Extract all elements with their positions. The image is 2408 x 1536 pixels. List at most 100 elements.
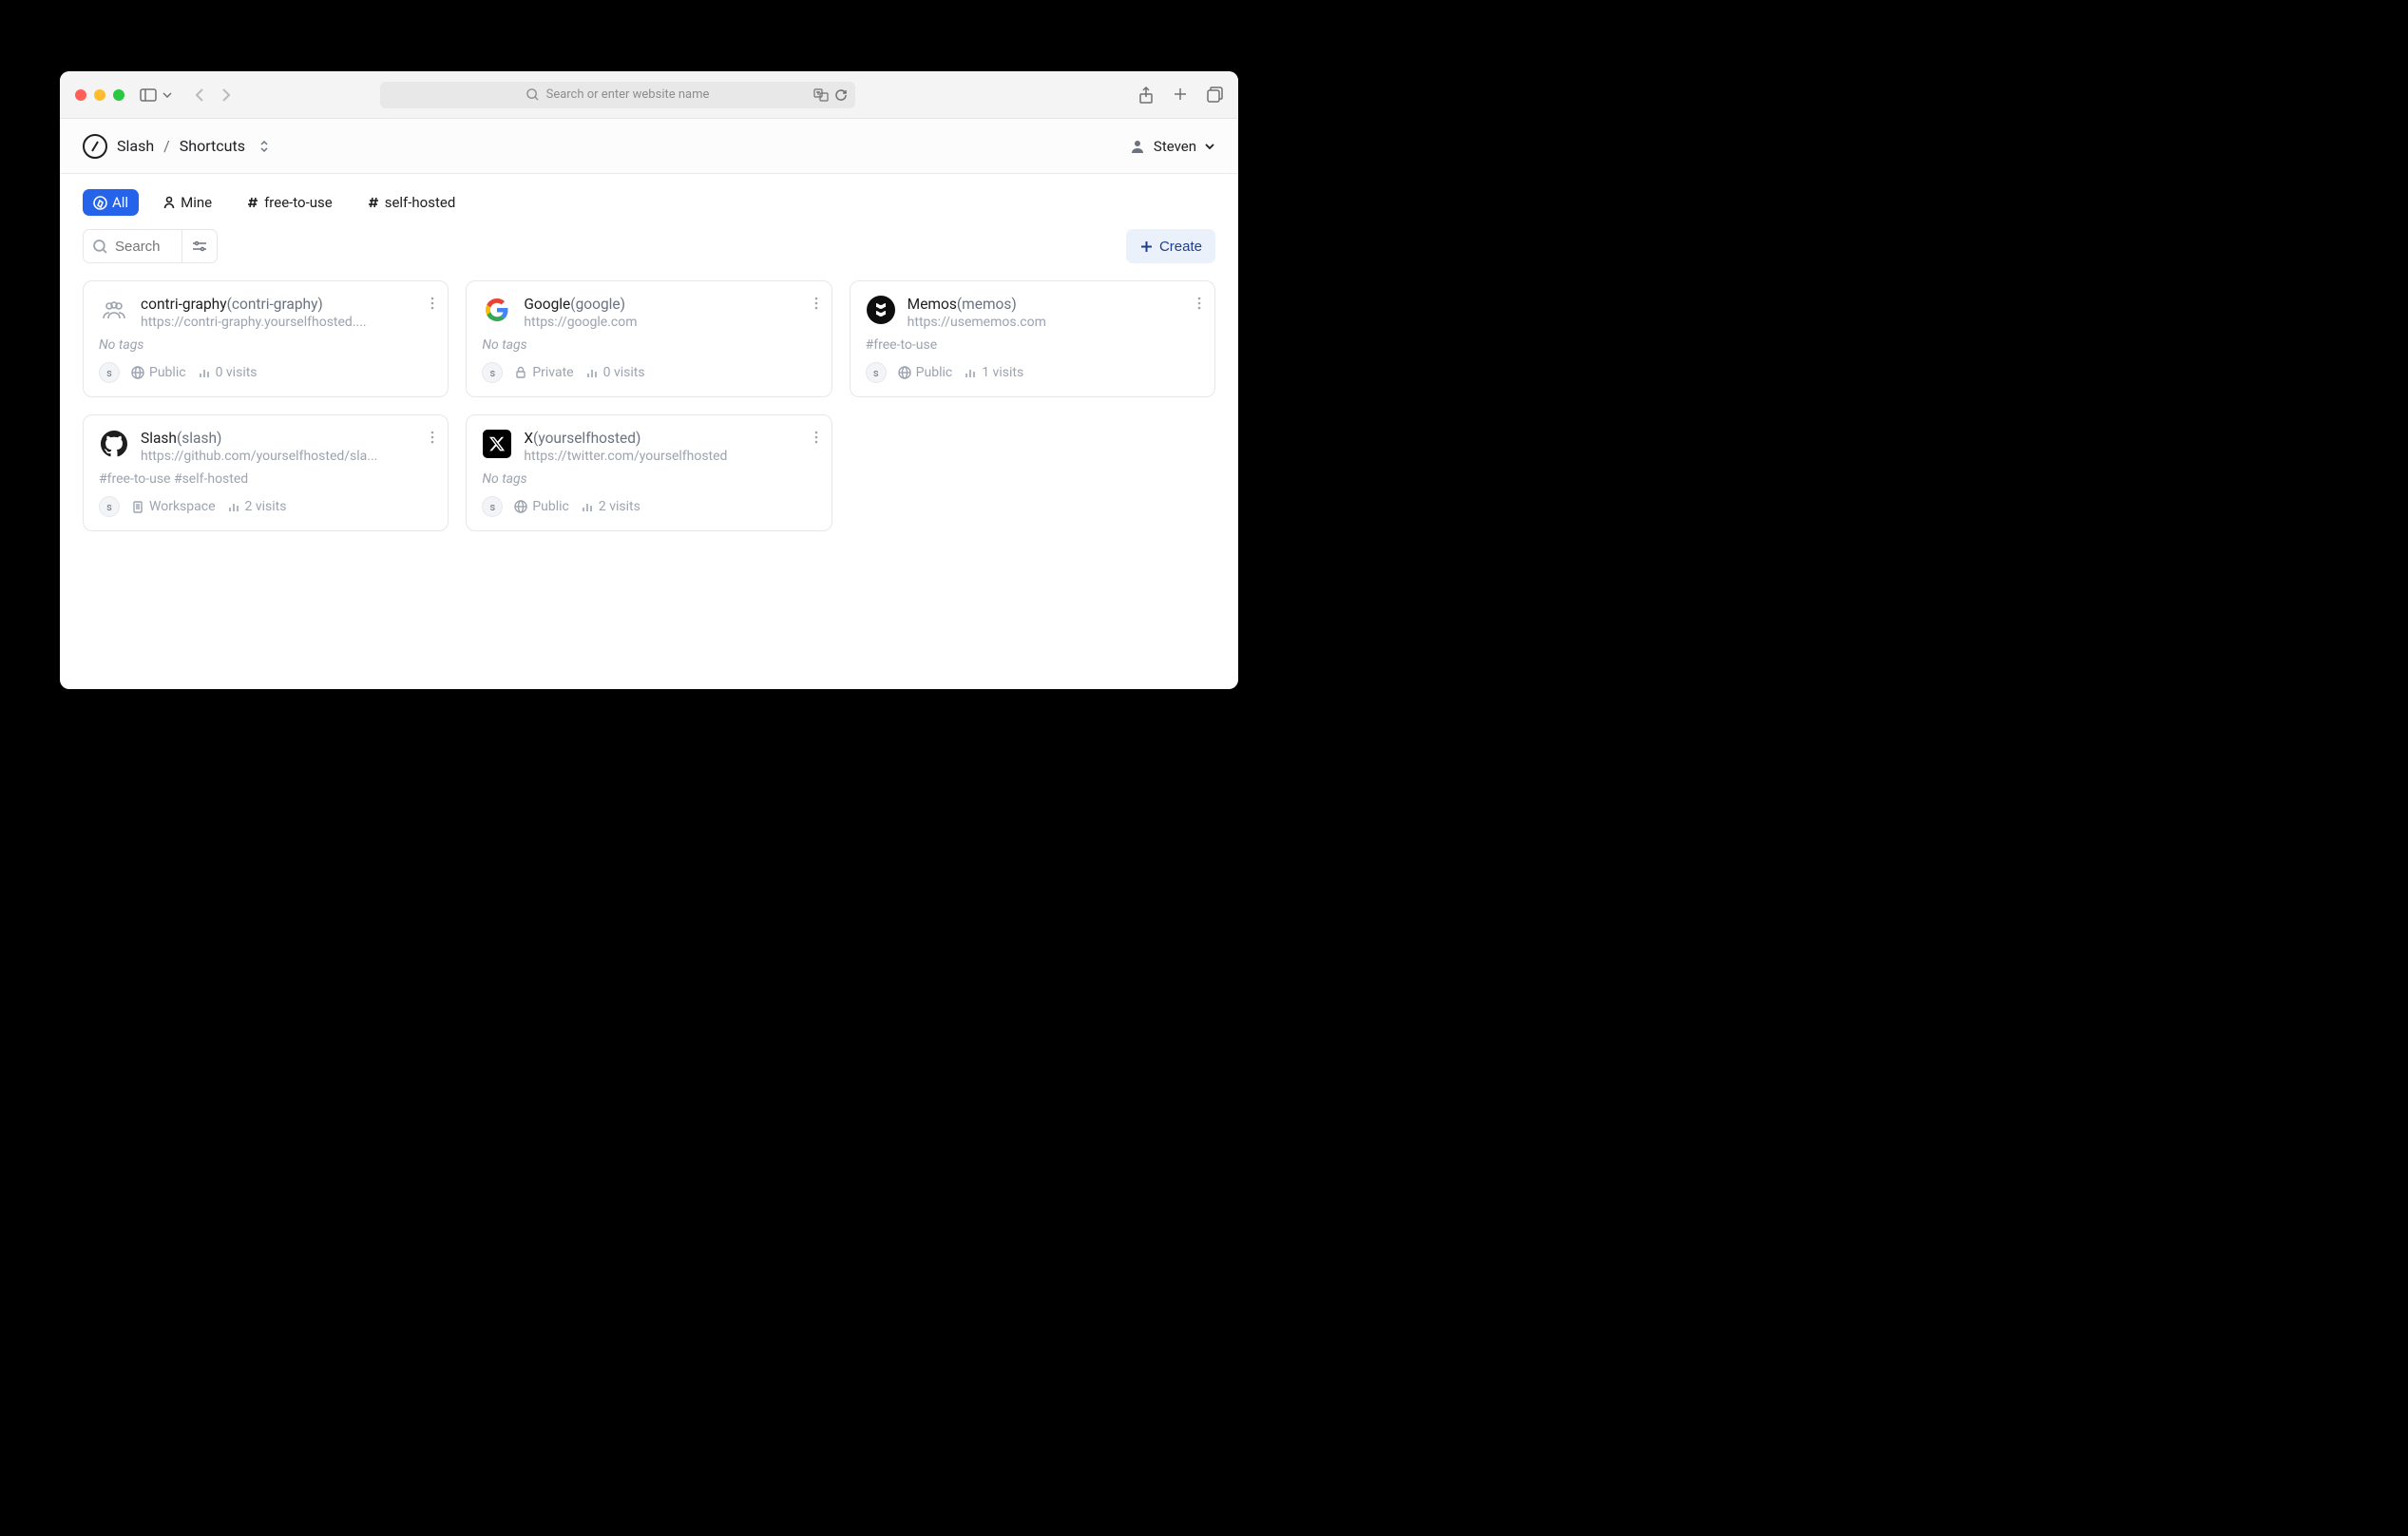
more-vertical-icon — [814, 297, 818, 310]
more-vertical-icon — [814, 431, 818, 444]
new-tab-icon[interactable] — [1173, 86, 1188, 102]
card-favicon — [482, 429, 512, 459]
chart-icon — [964, 367, 977, 378]
card-url: https://usememos.com — [908, 315, 1046, 330]
shortcut-card[interactable]: Google(google) https://google.com No tag… — [466, 280, 831, 397]
card-tags: #free-to-use — [866, 337, 1199, 353]
visits-count: 2 visits — [227, 499, 287, 514]
shortcut-card[interactable]: X(yourselfhosted) https://twitter.com/yo… — [466, 414, 831, 531]
chart-icon — [581, 501, 594, 512]
sidebar-toggle[interactable] — [140, 88, 172, 102]
filter-mine[interactable]: Mine — [152, 189, 222, 216]
visits-label: 2 visits — [245, 499, 287, 514]
visits-label: 2 visits — [599, 499, 640, 514]
card-more-button[interactable] — [1194, 293, 1205, 314]
plus-icon — [1139, 240, 1154, 254]
tabs-icon[interactable] — [1207, 86, 1223, 103]
search-input[interactable] — [115, 239, 172, 255]
visits-count: 1 visits — [964, 365, 1023, 380]
visibility-badge: Private — [514, 365, 573, 380]
shortcut-card[interactable]: Memos(memos) https://usememos.com #free-… — [850, 280, 1215, 397]
visibility-icon — [514, 366, 527, 379]
search-box — [83, 229, 218, 263]
more-vertical-icon — [430, 431, 434, 444]
person-icon — [162, 196, 176, 209]
filter-free-to-use[interactable]: free-to-use — [236, 189, 343, 216]
forward-button[interactable] — [221, 87, 231, 103]
browser-chrome: Search or enter website name — [60, 71, 1238, 119]
visibility-badge: Public — [514, 499, 569, 514]
card-url: https://google.com — [524, 315, 637, 330]
visibility-icon — [131, 366, 144, 379]
card-favicon — [866, 295, 896, 325]
visibility-label: Private — [532, 365, 573, 380]
visits-label: 0 visits — [216, 365, 258, 380]
chart-icon — [585, 367, 599, 378]
visibility-badge: Public — [131, 365, 186, 380]
back-button[interactable] — [195, 87, 204, 103]
card-url: https://twitter.com/yourselfhosted — [524, 449, 727, 464]
user-name: Steven — [1154, 138, 1196, 155]
card-more-button[interactable] — [427, 427, 438, 448]
page-switcher[interactable] — [258, 140, 270, 153]
more-vertical-icon — [430, 297, 434, 310]
card-more-button[interactable] — [811, 293, 822, 314]
address-bar[interactable]: Search or enter website name — [380, 82, 855, 108]
visibility-badge: Public — [898, 365, 953, 380]
card-title: Memos(memos) — [908, 295, 1046, 314]
card-tags: #free-to-use #self-hosted — [99, 471, 432, 487]
chevron-down-icon — [1204, 143, 1215, 150]
shortcut-card[interactable]: contri-graphy(contri-graphy) https://con… — [83, 280, 449, 397]
main-content: All Mine free-to-use self-hosted — [60, 174, 1238, 689]
shortcut-card[interactable]: Slash(slash) https://github.com/yourself… — [83, 414, 449, 531]
owner-avatar: s — [482, 496, 503, 517]
compass-icon — [93, 196, 107, 210]
visibility-label: Public — [149, 365, 186, 380]
visibility-icon — [131, 500, 144, 513]
owner-avatar: s — [482, 362, 503, 383]
card-favicon — [99, 295, 129, 325]
close-window-button[interactable] — [75, 89, 86, 101]
user-menu[interactable]: Steven — [1129, 138, 1215, 155]
card-url: https://github.com/yourselfhosted/sla... — [141, 449, 377, 464]
traffic-lights — [75, 89, 124, 101]
card-favicon — [482, 295, 512, 325]
chevron-down-icon — [162, 92, 172, 98]
filter-free-label: free-to-use — [264, 194, 333, 211]
card-slug: (yourselfhosted) — [533, 430, 640, 447]
create-button[interactable]: Create — [1126, 229, 1215, 263]
filter-self-hosted[interactable]: self-hosted — [356, 189, 467, 216]
card-slug: (google) — [570, 296, 625, 313]
translate-icon[interactable] — [813, 88, 829, 102]
card-slug: (contri-graphy) — [227, 296, 323, 313]
filter-all[interactable]: All — [83, 189, 139, 216]
visits-label: 0 visits — [603, 365, 645, 380]
share-icon[interactable] — [1138, 86, 1154, 104]
hash-icon — [246, 196, 259, 209]
card-more-button[interactable] — [427, 293, 438, 314]
card-url: https://contri-graphy.yourselfhosted.... — [141, 315, 367, 330]
reload-icon[interactable] — [834, 88, 848, 102]
visits-count: 0 visits — [198, 365, 258, 380]
visibility-label: Public — [532, 499, 569, 514]
visibility-badge: Workspace — [131, 499, 216, 514]
card-favicon — [99, 429, 129, 459]
minimize-window-button[interactable] — [94, 89, 105, 101]
visibility-label: Workspace — [149, 499, 216, 514]
breadcrumb[interactable]: Slash / Shortcuts — [83, 134, 270, 159]
card-title: X(yourselfhosted) — [524, 429, 727, 448]
nav-arrows — [195, 87, 231, 103]
maximize-window-button[interactable] — [113, 89, 124, 101]
chart-icon — [198, 367, 211, 378]
cards-grid: contri-graphy(contri-graphy) https://con… — [83, 280, 1215, 531]
visibility-label: Public — [916, 365, 953, 380]
filter-all-label: All — [112, 194, 128, 211]
visibility-icon — [898, 366, 911, 379]
owner-avatar: s — [99, 496, 120, 517]
visits-count: 2 visits — [581, 499, 640, 514]
card-no-tags: No tags — [99, 337, 432, 353]
card-more-button[interactable] — [811, 427, 822, 448]
filter-settings-button[interactable] — [182, 240, 217, 253]
card-no-tags: No tags — [482, 471, 815, 487]
page-name: Shortcuts — [180, 137, 245, 155]
